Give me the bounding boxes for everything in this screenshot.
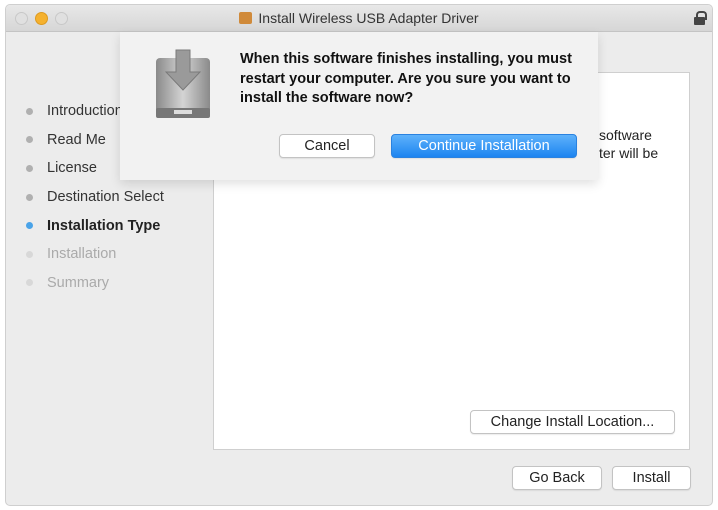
window-title: Install Wireless USB Adapter Driver xyxy=(6,10,712,26)
step-bullet-icon xyxy=(26,107,33,115)
step-installation-type: Installation Type xyxy=(26,211,164,240)
title-bar: Install Wireless USB Adapter Driver xyxy=(6,5,712,32)
step-label: Summary xyxy=(47,274,110,291)
step-label: Read Me xyxy=(47,131,106,148)
change-install-location-button[interactable]: Change Install Location... xyxy=(470,410,675,434)
install-button[interactable]: Install xyxy=(612,466,691,490)
step-label: License xyxy=(47,160,97,177)
step-label: Introduction xyxy=(47,103,123,120)
panel-text-line: ter will be xyxy=(599,145,659,161)
step-label: Installation xyxy=(47,246,117,263)
step-label: Installation Type xyxy=(47,217,161,234)
continue-installation-button[interactable]: Continue Installation xyxy=(391,134,577,158)
panel-text: software ter will be xyxy=(599,126,658,162)
panel-text-line: software xyxy=(599,127,652,143)
go-back-button[interactable]: Go Back xyxy=(512,466,602,490)
dialog-message: When this software finishes installing, … xyxy=(240,51,572,106)
step-summary: Summary xyxy=(26,269,164,298)
step-installation: Installation xyxy=(26,240,164,269)
lock-icon xyxy=(694,11,707,25)
cancel-button[interactable]: Cancel xyxy=(279,134,375,158)
step-bullet-icon xyxy=(26,136,33,144)
installer-disk-icon xyxy=(156,49,210,118)
step-bullet-icon xyxy=(26,250,33,258)
step-destination-select: Destination Select xyxy=(26,183,164,212)
step-bullet-icon xyxy=(26,222,33,230)
package-icon xyxy=(239,12,253,24)
window-title-text: Install Wireless USB Adapter Driver xyxy=(258,10,479,26)
step-label: Destination Select xyxy=(47,189,164,206)
step-bullet-icon xyxy=(26,164,33,172)
restart-confirmation-dialog: When this software finishes installing, … xyxy=(120,32,598,180)
step-bullet-icon xyxy=(26,193,33,201)
step-bullet-icon xyxy=(26,279,33,287)
